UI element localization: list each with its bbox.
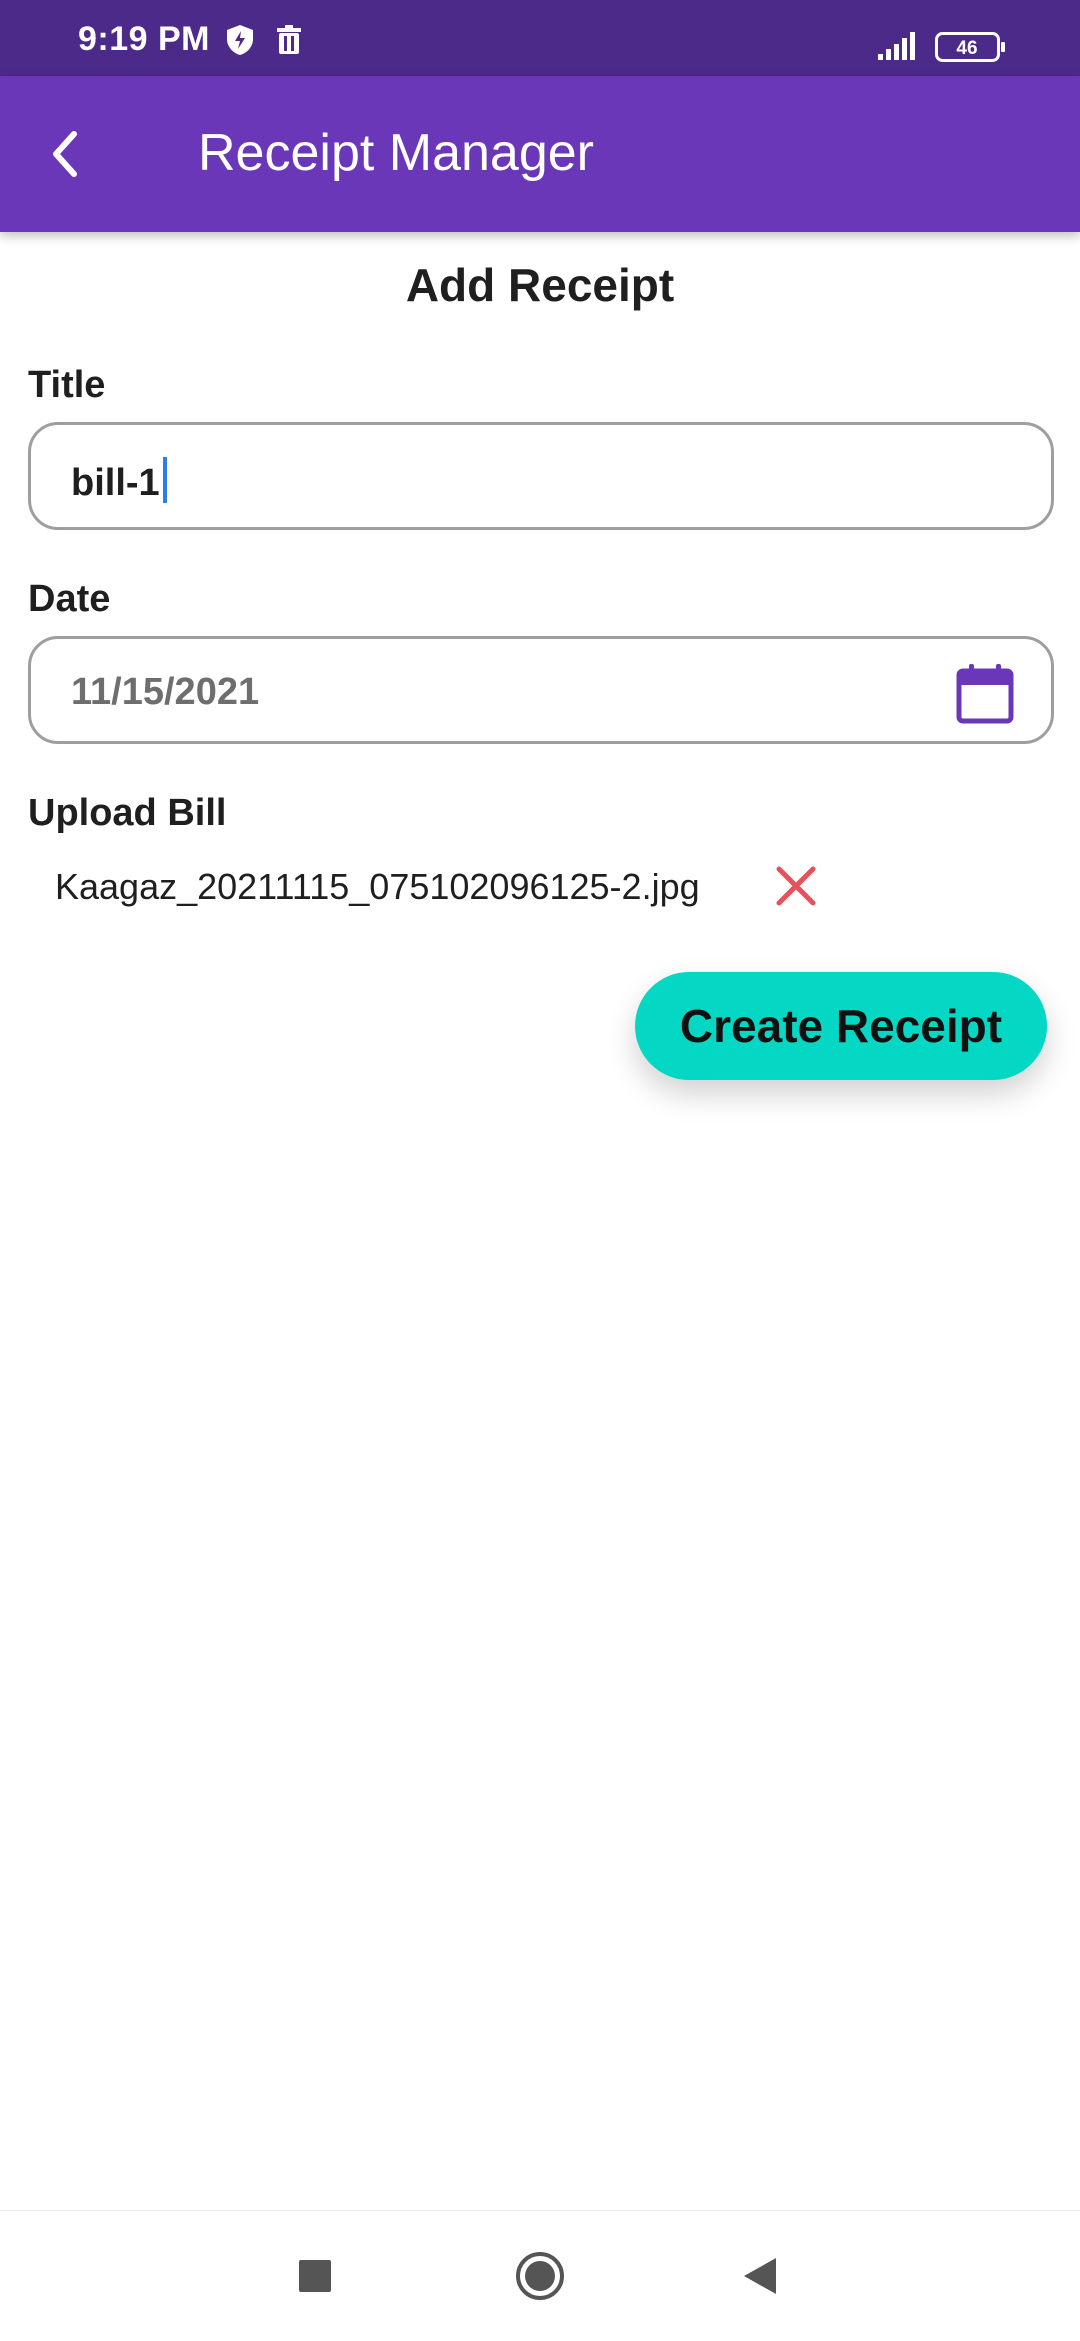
back-triangle-icon bbox=[744, 2258, 776, 2294]
app-bar: Receipt Manager bbox=[0, 76, 1080, 232]
system-nav-bar bbox=[0, 2210, 1080, 2341]
battery-level: 46 bbox=[956, 38, 977, 59]
text-cursor bbox=[162, 457, 167, 503]
remove-file-button[interactable] bbox=[774, 864, 818, 908]
signal-icon bbox=[878, 30, 920, 65]
home-button[interactable] bbox=[514, 2251, 566, 2306]
home-circle-icon bbox=[516, 2252, 564, 2300]
date-field[interactable]: 11/15/2021 bbox=[28, 636, 1054, 744]
trash-icon bbox=[275, 24, 303, 61]
title-field-content: bill-1 bbox=[71, 457, 167, 505]
calendar-icon[interactable] bbox=[955, 663, 1015, 725]
back-nav-button[interactable] bbox=[740, 2251, 780, 2306]
recents-button[interactable] bbox=[295, 2251, 335, 2306]
date-label: Date bbox=[28, 578, 111, 620]
status-bar: 9:19 PM 46 bbox=[0, 0, 1080, 76]
back-button[interactable] bbox=[24, 112, 108, 196]
recents-square-icon bbox=[299, 2260, 331, 2292]
title-label: Title bbox=[28, 364, 106, 406]
chevron-left-icon bbox=[53, 131, 77, 177]
battery-icon: 46 bbox=[935, 32, 1007, 69]
upload-label: Upload Bill bbox=[28, 792, 227, 834]
uploaded-file-name: Kaagaz_20211115_075102096125-2.jpg bbox=[55, 866, 700, 907]
status-time: 9:19 PM bbox=[78, 20, 210, 58]
close-icon bbox=[776, 866, 816, 906]
title-field[interactable]: bill-1 bbox=[28, 422, 1054, 530]
title-value: bill-1 bbox=[71, 462, 160, 504]
page-title: Add Receipt bbox=[405, 259, 675, 311]
shield-bolt-icon bbox=[225, 24, 255, 61]
create-receipt-button[interactable]: Create Receipt bbox=[635, 972, 1047, 1080]
app-title: Receipt Manager bbox=[198, 124, 594, 182]
date-value: 11/15/2021 bbox=[71, 671, 260, 713]
